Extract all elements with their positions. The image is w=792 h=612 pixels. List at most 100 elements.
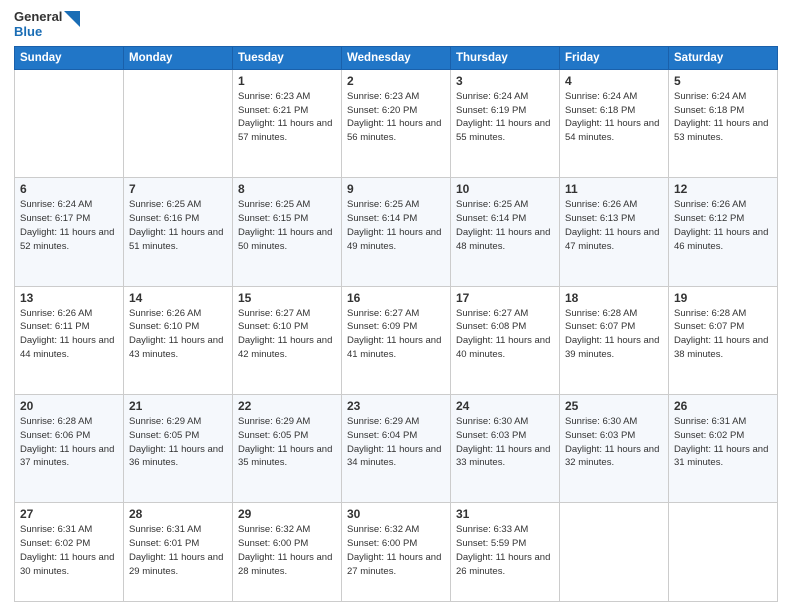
day-info: Sunrise: 6:30 AM Sunset: 6:03 PM Dayligh… — [456, 415, 554, 470]
day-number: 9 — [347, 182, 445, 196]
calendar-cell: 29 Sunrise: 6:32 AM Sunset: 6:00 PM Dayli… — [233, 503, 342, 602]
logo-general: General — [14, 10, 62, 25]
day-number: 10 — [456, 182, 554, 196]
day-number: 16 — [347, 291, 445, 305]
calendar-cell: 22 Sunrise: 6:29 AM Sunset: 6:05 PM Dayli… — [233, 395, 342, 503]
day-info: Sunrise: 6:23 AM Sunset: 6:21 PM Dayligh… — [238, 90, 336, 145]
logo-blue: Blue — [14, 25, 62, 40]
logo-text: General Blue — [14, 10, 62, 40]
day-info: Sunrise: 6:27 AM Sunset: 6:09 PM Dayligh… — [347, 307, 445, 362]
logo-triangle-icon — [64, 11, 80, 27]
day-info: Sunrise: 6:29 AM Sunset: 6:05 PM Dayligh… — [129, 415, 227, 470]
calendar-cell: 11 Sunrise: 6:26 AM Sunset: 6:13 PM Dayli… — [560, 178, 669, 286]
calendar-cell: 16 Sunrise: 6:27 AM Sunset: 6:09 PM Dayli… — [342, 286, 451, 394]
day-number: 28 — [129, 507, 227, 521]
day-info: Sunrise: 6:25 AM Sunset: 6:14 PM Dayligh… — [456, 198, 554, 253]
day-info: Sunrise: 6:23 AM Sunset: 6:20 PM Dayligh… — [347, 90, 445, 145]
day-number: 17 — [456, 291, 554, 305]
day-header-thursday: Thursday — [451, 46, 560, 69]
page: General Blue SundayMondayTuesdayWednesda… — [0, 0, 792, 612]
day-number: 2 — [347, 74, 445, 88]
calendar-cell: 6 Sunrise: 6:24 AM Sunset: 6:17 PM Daylig… — [15, 178, 124, 286]
calendar-cell: 26 Sunrise: 6:31 AM Sunset: 6:02 PM Dayli… — [669, 395, 778, 503]
logo: General Blue — [14, 10, 80, 40]
calendar-cell: 18Sunrise: 6:28 AM Sunset: 6:07 PM Dayli… — [560, 286, 669, 394]
calendar-cell: 23Sunrise: 6:29 AM Sunset: 6:04 PM Dayli… — [342, 395, 451, 503]
day-info: Sunrise: 6:28 AM Sunset: 6:07 PM Dayligh… — [565, 307, 663, 362]
day-info: Sunrise: 6:26 AM Sunset: 6:10 PM Dayligh… — [129, 307, 227, 362]
day-number: 23 — [347, 399, 445, 413]
calendar-cell: 2 Sunrise: 6:23 AM Sunset: 6:20 PM Daylig… — [342, 69, 451, 177]
calendar-table: SundayMondayTuesdayWednesdayThursdayFrid… — [14, 46, 778, 602]
calendar-cell: 15Sunrise: 6:27 AM Sunset: 6:10 PM Dayli… — [233, 286, 342, 394]
day-info: Sunrise: 6:32 AM Sunset: 6:00 PM Dayligh… — [238, 523, 336, 578]
day-info: Sunrise: 6:25 AM Sunset: 6:14 PM Dayligh… — [347, 198, 445, 253]
day-header-wednesday: Wednesday — [342, 46, 451, 69]
calendar-cell — [124, 69, 233, 177]
calendar-cell: 14 Sunrise: 6:26 AM Sunset: 6:10 PM Dayli… — [124, 286, 233, 394]
day-info: Sunrise: 6:31 AM Sunset: 6:02 PM Dayligh… — [674, 415, 772, 470]
calendar-cell: 1Sunrise: 6:23 AM Sunset: 6:21 PM Daylig… — [233, 69, 342, 177]
calendar-cell: 20 Sunrise: 6:28 AM Sunset: 6:06 PM Dayli… — [15, 395, 124, 503]
day-number: 30 — [347, 507, 445, 521]
calendar-cell: 3Sunrise: 6:24 AM Sunset: 6:19 PM Daylig… — [451, 69, 560, 177]
day-info: Sunrise: 6:26 AM Sunset: 6:11 PM Dayligh… — [20, 307, 118, 362]
calendar-cell: 8Sunrise: 6:25 AM Sunset: 6:15 PM Daylig… — [233, 178, 342, 286]
day-number: 24 — [456, 399, 554, 413]
day-number: 13 — [20, 291, 118, 305]
calendar-cell — [669, 503, 778, 602]
day-info: Sunrise: 6:30 AM Sunset: 6:03 PM Dayligh… — [565, 415, 663, 470]
calendar-cell: 19 Sunrise: 6:28 AM Sunset: 6:07 PM Dayli… — [669, 286, 778, 394]
day-info: Sunrise: 6:31 AM Sunset: 6:01 PM Dayligh… — [129, 523, 227, 578]
day-number: 22 — [238, 399, 336, 413]
day-number: 25 — [565, 399, 663, 413]
calendar-cell: 5 Sunrise: 6:24 AM Sunset: 6:18 PM Daylig… — [669, 69, 778, 177]
day-info: Sunrise: 6:28 AM Sunset: 6:07 PM Dayligh… — [674, 307, 772, 362]
calendar-cell: 9 Sunrise: 6:25 AM Sunset: 6:14 PM Daylig… — [342, 178, 451, 286]
day-number: 19 — [674, 291, 772, 305]
calendar-cell: 30 Sunrise: 6:32 AM Sunset: 6:00 PM Dayli… — [342, 503, 451, 602]
calendar-cell: 28 Sunrise: 6:31 AM Sunset: 6:01 PM Dayli… — [124, 503, 233, 602]
calendar-cell: 13 Sunrise: 6:26 AM Sunset: 6:11 PM Dayli… — [15, 286, 124, 394]
header: General Blue — [14, 10, 778, 40]
day-info: Sunrise: 6:26 AM Sunset: 6:13 PM Dayligh… — [565, 198, 663, 253]
day-info: Sunrise: 6:24 AM Sunset: 6:18 PM Dayligh… — [565, 90, 663, 145]
day-info: Sunrise: 6:25 AM Sunset: 6:16 PM Dayligh… — [129, 198, 227, 253]
calendar-cell — [560, 503, 669, 602]
day-header-tuesday: Tuesday — [233, 46, 342, 69]
calendar-cell: 4 Sunrise: 6:24 AM Sunset: 6:18 PM Daylig… — [560, 69, 669, 177]
calendar-cell — [15, 69, 124, 177]
calendar-cell: 24 Sunrise: 6:30 AM Sunset: 6:03 PM Dayli… — [451, 395, 560, 503]
day-info: Sunrise: 6:27 AM Sunset: 6:10 PM Dayligh… — [238, 307, 336, 362]
day-info: Sunrise: 6:29 AM Sunset: 6:05 PM Dayligh… — [238, 415, 336, 470]
calendar-cell: 25 Sunrise: 6:30 AM Sunset: 6:03 PM Dayli… — [560, 395, 669, 503]
calendar-cell: 17 Sunrise: 6:27 AM Sunset: 6:08 PM Dayli… — [451, 286, 560, 394]
day-number: 26 — [674, 399, 772, 413]
day-number: 4 — [565, 74, 663, 88]
day-number: 14 — [129, 291, 227, 305]
day-header-friday: Friday — [560, 46, 669, 69]
day-header-monday: Monday — [124, 46, 233, 69]
day-info: Sunrise: 6:24 AM Sunset: 6:18 PM Dayligh… — [674, 90, 772, 145]
day-info: Sunrise: 6:28 AM Sunset: 6:06 PM Dayligh… — [20, 415, 118, 470]
day-info: Sunrise: 6:32 AM Sunset: 6:00 PM Dayligh… — [347, 523, 445, 578]
day-number: 8 — [238, 182, 336, 196]
day-info: Sunrise: 6:24 AM Sunset: 6:19 PM Dayligh… — [456, 90, 554, 145]
day-number: 6 — [20, 182, 118, 196]
day-info: Sunrise: 6:31 AM Sunset: 6:02 PM Dayligh… — [20, 523, 118, 578]
day-info: Sunrise: 6:26 AM Sunset: 6:12 PM Dayligh… — [674, 198, 772, 253]
day-number: 20 — [20, 399, 118, 413]
logo-wordmark: General Blue — [14, 10, 80, 40]
day-number: 5 — [674, 74, 772, 88]
day-number: 7 — [129, 182, 227, 196]
day-number: 27 — [20, 507, 118, 521]
calendar-cell: 7 Sunrise: 6:25 AM Sunset: 6:16 PM Daylig… — [124, 178, 233, 286]
calendar-cell: 31Sunrise: 6:33 AM Sunset: 5:59 PM Dayli… — [451, 503, 560, 602]
day-info: Sunrise: 6:27 AM Sunset: 6:08 PM Dayligh… — [456, 307, 554, 362]
day-number: 12 — [674, 182, 772, 196]
day-number: 11 — [565, 182, 663, 196]
day-number: 21 — [129, 399, 227, 413]
calendar-cell: 10 Sunrise: 6:25 AM Sunset: 6:14 PM Dayli… — [451, 178, 560, 286]
day-info: Sunrise: 6:24 AM Sunset: 6:17 PM Dayligh… — [20, 198, 118, 253]
day-number: 29 — [238, 507, 336, 521]
